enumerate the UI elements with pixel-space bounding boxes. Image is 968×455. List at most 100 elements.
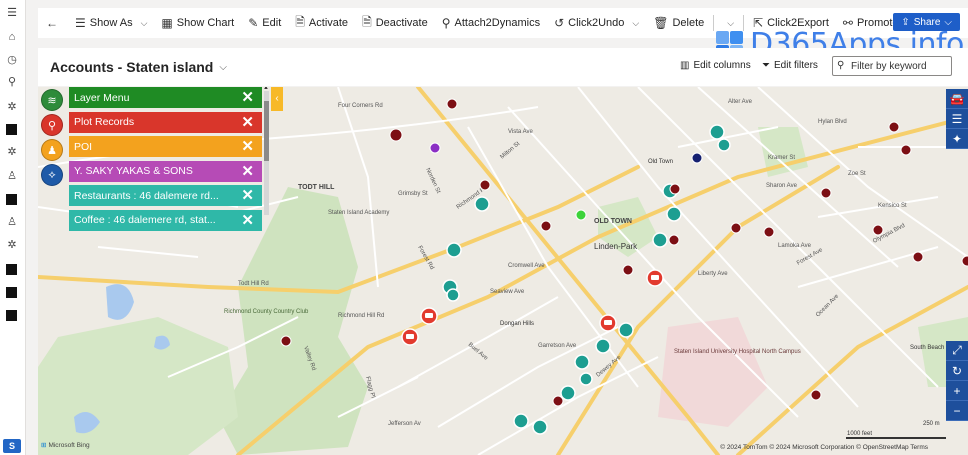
- windows-logo-icon: ⊞: [41, 442, 47, 449]
- rotate-icon[interactable]: ↻: [946, 361, 968, 381]
- map-label: Kramer St: [768, 155, 795, 161]
- map-label: Kensico St: [878, 203, 907, 209]
- search-icon: ⚲: [837, 60, 845, 71]
- layer-coffee-row[interactable]: Coffee : 46 dalemere rd, stat... ✕: [69, 209, 262, 231]
- doc-x-icon: 🗎: [362, 14, 372, 29]
- plot-pin-icon[interactable]: ⚲: [41, 114, 63, 136]
- layer-menu-scrollbar[interactable]: ▲: [263, 87, 269, 215]
- nav-tile-icon[interactable]: [6, 264, 17, 275]
- activate-button[interactable]: 🗎 Activate: [288, 8, 355, 38]
- layers-icon[interactable]: ≋: [41, 89, 63, 111]
- list-icon[interactable]: ☰: [946, 109, 968, 129]
- pin-icon[interactable]: ⚲: [5, 74, 19, 88]
- fullscreen-icon[interactable]: ⤢: [946, 341, 968, 361]
- area-switcher-badge[interactable]: S: [3, 439, 21, 453]
- map-attribution: © 2024 TomTom © 2024 Microsoft Corporati…: [720, 444, 928, 451]
- list-icon: ☰: [75, 16, 86, 30]
- show-as-button[interactable]: ☰ Show As ⌵: [68, 8, 154, 38]
- zoom-in-icon[interactable]: +: [946, 381, 968, 401]
- edit-button[interactable]: ✎ Edit: [241, 8, 288, 38]
- purple-pin: [429, 142, 441, 154]
- close-icon[interactable]: ✕: [241, 213, 254, 228]
- close-icon[interactable]: ✕: [241, 90, 254, 105]
- map-label: Jefferson Av: [388, 421, 421, 427]
- map-label: Grimsby St: [398, 191, 428, 197]
- paperclip-icon: ⚲: [441, 16, 451, 30]
- map-label: TODT HILL: [298, 184, 335, 191]
- close-icon[interactable]: ✕: [241, 139, 254, 154]
- map-tools-panel: 🚘 ☰ ✦: [946, 89, 968, 149]
- hamburger-icon[interactable]: ☰: [5, 5, 19, 19]
- layer-poi-row[interactable]: POI ✕: [69, 136, 262, 157]
- map-label: Liberty Ave: [698, 271, 728, 277]
- map-label: Seaview Ave: [490, 289, 525, 295]
- back-arrow-icon: ←: [46, 16, 58, 30]
- pencil-icon: ✎: [248, 16, 259, 30]
- scrollbar-thumb[interactable]: [264, 101, 269, 161]
- scale-label-meters: 250 m: [923, 421, 940, 427]
- plugin-icon[interactable]: ✲: [5, 237, 19, 251]
- map-label: OLD TOWN: [594, 218, 632, 225]
- restaurant-marker: [666, 206, 682, 222]
- columns-icon: ▥: [680, 60, 690, 71]
- coffee-marker: [513, 413, 529, 429]
- edit-columns-button[interactable]: ▥ Edit columns: [680, 60, 751, 71]
- map-label: Richmond County Country Club: [224, 309, 309, 315]
- show-chart-button[interactable]: ▦ Show Chart: [154, 8, 241, 38]
- attach2dynamics-button[interactable]: ⚲ Attach2Dynamics: [435, 8, 547, 38]
- chart-icon: ▦: [161, 16, 173, 30]
- zoom-controls: ⤢ ↻ + −: [946, 341, 968, 421]
- chevron-down-icon: ⌵: [219, 61, 227, 73]
- map-label: Hylan Blvd: [818, 119, 847, 125]
- coffee-marker: [574, 354, 590, 370]
- close-icon[interactable]: ✕: [241, 188, 254, 203]
- map-label: Todt Hill Rd: [238, 281, 269, 287]
- recent-icon[interactable]: ◷: [5, 52, 19, 66]
- nav-tile-icon[interactable]: [6, 194, 17, 205]
- nav-tile-icon[interactable]: [6, 287, 17, 298]
- star-icon[interactable]: ✦: [946, 129, 968, 149]
- map-label: Zoe St: [848, 171, 866, 177]
- delete-button[interactable]: 🗑 Delete: [646, 8, 711, 38]
- deactivate-button[interactable]: 🗎 Deactivate: [355, 8, 435, 38]
- map-label: Staten Island University Hospital North …: [674, 349, 801, 355]
- close-icon[interactable]: ✕: [241, 164, 254, 179]
- home-icon[interactable]: ⌂: [5, 30, 19, 44]
- route-icon[interactable]: ⟡: [41, 164, 63, 186]
- coffee-marker: [532, 419, 548, 435]
- map-label: Sharon Ave: [766, 183, 798, 189]
- view-header: Accounts - Staten island ⌵ ▥ Edit columns…: [38, 48, 968, 86]
- close-icon[interactable]: ✕: [241, 115, 254, 130]
- nav-tile-icon[interactable]: [6, 310, 17, 321]
- chevron-down-icon: ⌵: [632, 17, 640, 28]
- restaurant-marker: [474, 196, 490, 212]
- person-icon[interactable]: ♙: [5, 214, 19, 228]
- puzzle-icon[interactable]: ✲: [5, 99, 19, 113]
- undo-icon: ↺: [554, 16, 565, 30]
- view-selector[interactable]: Accounts - Staten island ⌵: [50, 59, 227, 75]
- person-icon[interactable]: ♙: [5, 168, 19, 182]
- layer-menu-panel: Layer Menu ✕ Plot Records ✕ POI ✕ Y. SAKY Y…: [69, 87, 262, 234]
- doc-check-icon: 🗎: [295, 14, 305, 29]
- click2undo-button[interactable]: ↺ Click2Undo ⌵: [547, 8, 646, 38]
- map-label: Old Town: [648, 159, 673, 165]
- zoom-out-icon[interactable]: −: [946, 401, 968, 421]
- layer-plot-records-row[interactable]: Plot Records ✕: [69, 111, 262, 133]
- car-icon[interactable]: 🚘: [946, 89, 968, 109]
- collapse-layer-menu-button[interactable]: ‹: [271, 87, 283, 111]
- filter-keyword-input[interactable]: ⚲ Filter by keyword: [832, 56, 952, 76]
- layer-restaurants-row[interactable]: Restaurants : 46 dalemere rd... ✕: [69, 185, 262, 206]
- map-label: Richmond Hill Rd: [338, 313, 384, 319]
- edit-filters-button[interactable]: ⏷ Edit filters: [762, 60, 818, 71]
- poi-icon[interactable]: ♟: [41, 139, 63, 161]
- map-canvas[interactable]: TODT HILL OLD TOWN Linden-Park Staten Is…: [38, 87, 968, 455]
- nav-tile-icon[interactable]: [6, 124, 17, 135]
- coffee-marker: [618, 322, 634, 338]
- layer-account-row[interactable]: Y. SAKY YAKAS & SONS ✕: [69, 160, 262, 182]
- layer-menu-row[interactable]: Layer Menu ✕: [69, 87, 262, 108]
- restaurant-marker: [446, 242, 462, 258]
- scroll-up-icon[interactable]: ▲: [263, 87, 269, 91]
- coffee-marker: [579, 372, 593, 386]
- back-button[interactable]: ←: [38, 8, 68, 38]
- plugin-icon[interactable]: ✲: [5, 144, 19, 158]
